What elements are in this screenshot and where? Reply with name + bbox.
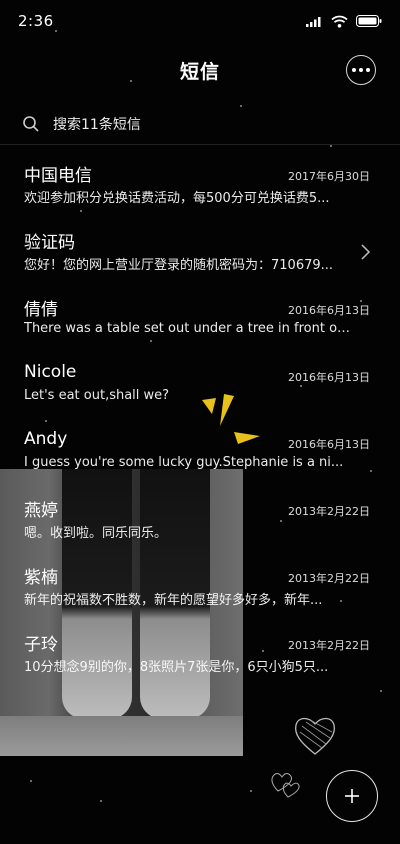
message-date: 2016年6月13日 [288, 371, 370, 384]
contact-name: 中国电信 [24, 166, 92, 186]
message-snippet: 嗯。收到啦。同乐同乐。 [24, 526, 168, 541]
message-thread[interactable]: 验证码 您好！您的网上营业厅登录的随机密码为：710679... [0, 222, 400, 289]
message-date: 2013年2月22日 [288, 505, 370, 518]
message-snippet: 10分想念9别的你，8张照片7张是你，6只小狗5只... [24, 660, 329, 675]
small-hearts-icon [271, 773, 300, 798]
wifi-icon [331, 15, 348, 28]
contact-name: 验证码 [24, 233, 75, 253]
message-snippet: 新年的祝福数不胜数，新年的愿望好多好多，新年... [24, 593, 323, 608]
message-date: 2017年6月30日 [288, 170, 370, 183]
app-header: 短信 [0, 50, 400, 90]
message-date: 2013年2月22日 [288, 639, 370, 652]
message-snippet: 欢迎参加积分兑换话费活动，每500分可兑换话费5... [24, 191, 330, 206]
contact-name: Nicole [24, 362, 77, 382]
message-snippet: Let's eat out,shall we? [24, 388, 170, 403]
message-thread[interactable]: 子玲 2013年2月22日 10分想念9别的你，8张照片7张是你，6只小狗5只.… [0, 624, 400, 691]
message-list: 中国电信 2017年6月30日 欢迎参加积分兑换话费活动，每500分可兑换话费5… [0, 155, 400, 691]
message-thread[interactable]: 燕婷 2013年2月22日 嗯。收到啦。同乐同乐。 [0, 490, 400, 557]
status-bar: 2:36 [0, 0, 400, 42]
contact-name: 紫楠 [24, 568, 58, 588]
contact-name: 燕婷 [24, 501, 58, 521]
message-date: 2016年6月13日 [288, 438, 370, 451]
message-thread[interactable]: 倩倩 2016年6月13日 There was a table set out … [0, 289, 400, 356]
search-placeholder: 搜索11条短信 [53, 116, 141, 133]
message-thread[interactable]: Andy 2016年6月13日 I guess you're some luck… [0, 423, 400, 490]
more-icon [352, 68, 356, 72]
signal-icon [306, 17, 321, 27]
status-time: 2:36 [18, 12, 54, 30]
message-thread[interactable]: Nicole 2016年6月13日 Let's eat out,shall we… [0, 356, 400, 423]
search-icon [23, 115, 39, 132]
scribble-heart-icon [294, 717, 336, 755]
compose-button[interactable] [326, 770, 378, 822]
message-thread[interactable]: 紫楠 2013年2月22日 新年的祝福数不胜数，新年的愿望好多好多，新年... [0, 557, 400, 624]
chevron-right-icon [361, 244, 371, 260]
message-snippet: There was a table set out under a tree i… [24, 321, 354, 336]
more-options-button[interactable] [346, 55, 376, 85]
message-snippet: I guess you're some lucky guy.Stephanie … [24, 455, 344, 470]
message-snippet: 您好！您的网上营业厅登录的随机密码为：710679... [24, 258, 334, 273]
contact-name: Andy [24, 429, 68, 449]
contact-name: 子玲 [24, 635, 58, 655]
page-title: 短信 [179, 60, 220, 83]
battery-icon [356, 15, 382, 27]
plus-icon [345, 789, 359, 803]
message-date: 2016年6月13日 [288, 304, 370, 317]
status-icons [306, 15, 382, 28]
message-thread[interactable]: 中国电信 2017年6月30日 欢迎参加积分兑换话费活动，每500分可兑换话费5… [0, 155, 400, 222]
message-date: 2013年2月22日 [288, 572, 370, 585]
search-bar[interactable]: 搜索11条短信 [0, 103, 400, 145]
contact-name: 倩倩 [24, 300, 58, 320]
